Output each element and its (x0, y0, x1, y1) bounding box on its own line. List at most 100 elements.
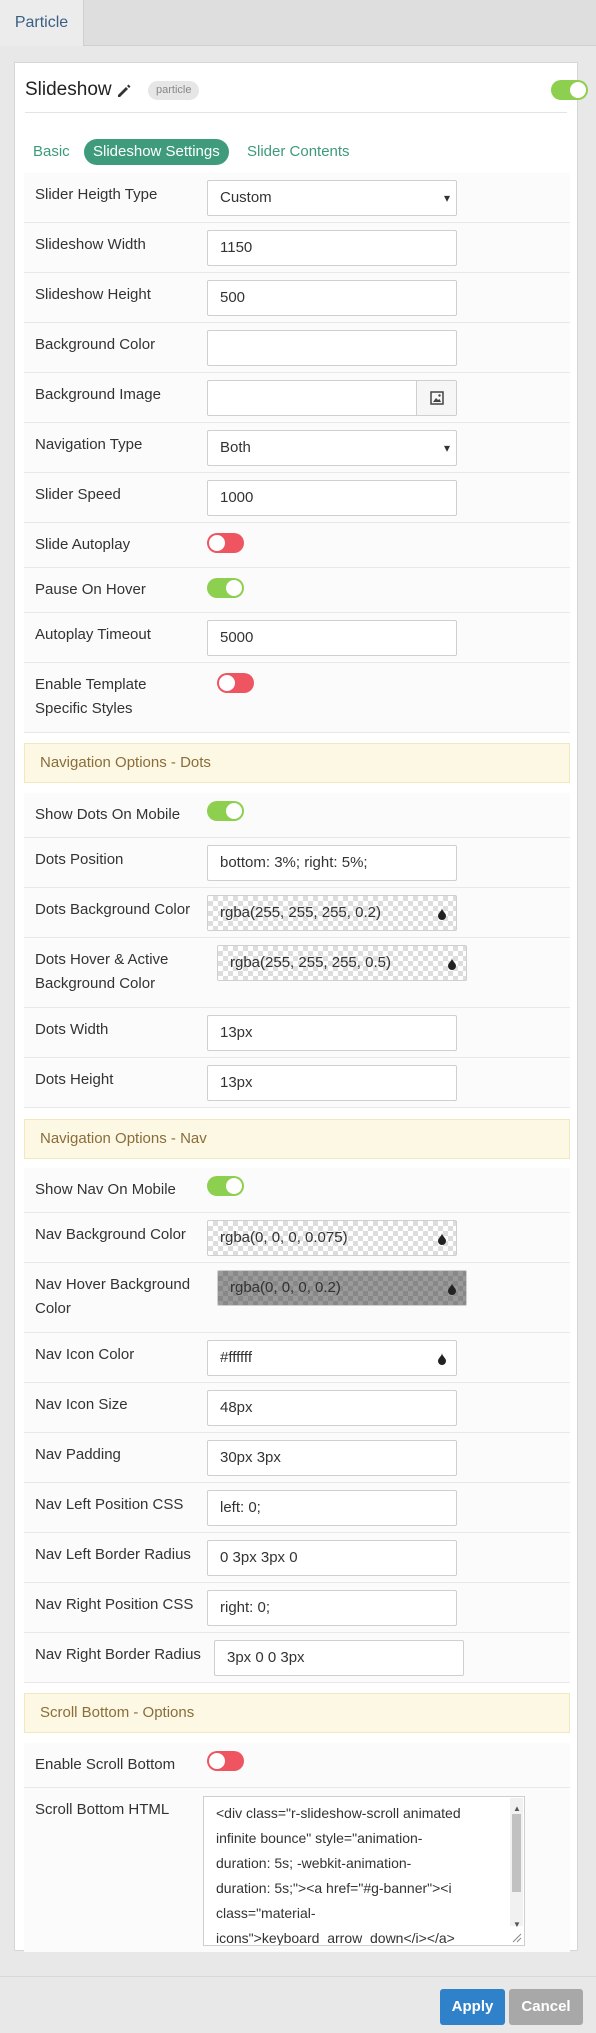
enable-scroll-bottom-toggle[interactable] (207, 1751, 244, 1771)
subtab-slider-contents[interactable]: Slider Contents (247, 139, 350, 165)
row-slider-speed: Slider Speed 1000 (24, 473, 570, 523)
field-label: Dots Position (35, 851, 124, 868)
particle-badge: particle (148, 81, 200, 100)
show-nav-mobile-toggle[interactable] (207, 1176, 244, 1196)
row-nav-right-css: Nav Right Position CSS right: 0; (24, 1583, 570, 1633)
row-enable-template-styles: Enable Template Specific Styles (24, 663, 570, 733)
section-scroll-bottom: Scroll Bottom - Options (24, 1693, 570, 1733)
field-label: Dots Width (35, 1021, 109, 1038)
cancel-button[interactable]: Cancel (509, 1989, 583, 2025)
field-label: Pause On Hover (35, 581, 146, 598)
dots-position-input[interactable]: bottom: 3%; right: 5%; (207, 845, 457, 881)
tab-particle[interactable]: Particle (0, 0, 84, 46)
panel-header: Slideshow particle (25, 75, 588, 113)
field-label: Slider Speed (35, 486, 121, 503)
field-label: Nav Left Border Radius (35, 1546, 191, 1563)
row-slideshow-width: Slideshow Width 1150 (24, 223, 570, 273)
nav-left-css-input[interactable]: left: 0; (207, 1490, 457, 1526)
slider-speed-input[interactable]: 1000 (207, 480, 457, 516)
field-label: Slide Autoplay (35, 536, 131, 553)
page-title: Slideshow (25, 79, 112, 100)
field-label: Nav Icon Color (35, 1346, 135, 1363)
row-nav-icon-color: Nav Icon Color #ffffff (24, 1333, 570, 1383)
nav-right-radius-input[interactable]: 3px 0 0 3px (214, 1640, 464, 1676)
row-show-nav-mobile: Show Nav On Mobile (24, 1168, 570, 1213)
dots-height-input[interactable]: 13px (207, 1065, 457, 1101)
color-drop-icon[interactable] (447, 1283, 457, 1295)
subtab-slideshow-settings[interactable]: Slideshow Settings (84, 139, 229, 165)
pause-on-hover-toggle[interactable] (207, 578, 244, 598)
slider-height-type-select[interactable]: Custom (207, 180, 457, 216)
row-dots-position: Dots Position bottom: 3%; right: 5%; (24, 838, 570, 888)
code-line: duration: 5s; -webkit-animation- (216, 1855, 412, 1871)
field-label: Navigation Type (35, 436, 143, 453)
row-dots-bg-color: Dots Background Color rgba(255, 255, 255… (24, 888, 570, 938)
pencil-icon[interactable] (116, 83, 132, 99)
row-dots-width: Dots Width 13px (24, 1008, 570, 1058)
code-line: infinite bounce" style="animation- (216, 1830, 423, 1846)
field-value: rgba(0, 0, 0, 0.075) (220, 1229, 348, 1246)
nav-icon-color-input[interactable]: #ffffff (207, 1340, 457, 1376)
row-nav-padding: Nav Padding 30px 3px (24, 1433, 570, 1483)
row-dots-hover-bg: Dots Hover & Active Background Color rgba… (24, 938, 570, 1008)
field-value: rgba(255, 255, 255, 0.5) (230, 954, 391, 971)
field-label: Dots Height (35, 1071, 114, 1088)
field-label: Enable Scroll Bottom (35, 1756, 176, 1773)
field-label: Slideshow Width (35, 236, 146, 253)
background-color-input[interactable] (207, 330, 457, 366)
slideshow-height-input[interactable]: 500 (207, 280, 457, 316)
row-navigation-type: Navigation Type Both (24, 423, 570, 473)
autoplay-timeout-input[interactable]: 5000 (207, 620, 457, 656)
code-line: duration: 5s;"><a href="#g-banner"><i (216, 1880, 452, 1896)
color-drop-icon[interactable] (437, 1353, 447, 1365)
color-drop-icon[interactable] (447, 958, 457, 970)
field-label: Nav Right Position CSS (35, 1596, 194, 1613)
nav-right-css-input[interactable]: right: 0; (207, 1590, 457, 1626)
field-label: Nav Icon Size (35, 1396, 128, 1413)
dots-hover-bg-input[interactable]: rgba(255, 255, 255, 0.5) (217, 945, 467, 981)
scrollbar-thumb[interactable] (512, 1814, 521, 1892)
top-tabbar: Particle (0, 0, 596, 46)
nav-padding-input[interactable]: 30px 3px (207, 1440, 457, 1476)
field-label: Dots Background Color (35, 901, 191, 918)
background-image-input[interactable] (207, 380, 457, 416)
nav-bg-color-input[interactable]: rgba(0, 0, 0, 0.075) (207, 1220, 457, 1256)
code-line: class="material- (216, 1905, 316, 1921)
field-label: Enable Template Specific Styles (35, 676, 147, 717)
row-background-image: Background Image (24, 373, 570, 423)
row-slider-height-type: Slider Heigth Type Custom (24, 173, 570, 223)
nav-hover-bg-input[interactable]: rgba(0, 0, 0, 0.2) (217, 1270, 467, 1306)
show-dots-mobile-toggle[interactable] (207, 801, 244, 821)
particle-enabled-toggle[interactable] (551, 80, 588, 100)
field-label: Background Image (35, 386, 161, 403)
field-label: Slideshow Height (35, 286, 151, 303)
row-show-dots-mobile: Show Dots On Mobile (24, 793, 570, 838)
navigation-type-select[interactable]: Both (207, 430, 457, 466)
nav-left-radius-input[interactable]: 0 3px 3px 0 (207, 1540, 457, 1576)
slide-autoplay-toggle[interactable] (207, 533, 244, 553)
subtab-basic[interactable]: Basic (33, 139, 70, 165)
image-picker-button[interactable] (416, 381, 456, 415)
nav-icon-size-input[interactable]: 48px (207, 1390, 457, 1426)
apply-button[interactable]: Apply (440, 1989, 505, 2025)
dots-width-input[interactable]: 13px (207, 1015, 457, 1051)
resize-grip-icon[interactable] (512, 1933, 522, 1943)
scroll-bottom-html-textarea[interactable]: <div class="r-slideshow-scroll animated … (203, 1796, 525, 1946)
section-navigation-nav: Navigation Options - Nav (24, 1119, 570, 1159)
row-nav-icon-size: Nav Icon Size 48px (24, 1383, 570, 1433)
field-label: Nav Right Border Radius (35, 1646, 201, 1663)
enable-template-styles-toggle[interactable] (217, 673, 254, 693)
section-navigation-dots: Navigation Options - Dots (24, 743, 570, 783)
settings-panel: Slideshow particle Basic Slideshow Setti… (14, 62, 588, 1953)
row-nav-hover-bg: Nav Hover Background Color rgba(0, 0, 0, … (24, 1263, 570, 1333)
field-label: Show Dots On Mobile (35, 806, 181, 823)
textarea-scrollbar[interactable]: ▲ ▼ (510, 1798, 523, 1929)
color-drop-icon[interactable] (437, 1233, 447, 1245)
field-label: Dots Hover & Active Background Color (35, 951, 169, 992)
dots-bg-color-input[interactable]: rgba(255, 255, 255, 0.2) (207, 895, 457, 931)
slideshow-width-input[interactable]: 1150 (207, 230, 457, 266)
row-pause-on-hover: Pause On Hover (24, 568, 570, 613)
field-label: Autoplay Timeout (35, 626, 151, 643)
row-nav-left-radius: Nav Left Border Radius 0 3px 3px 0 (24, 1533, 570, 1583)
color-drop-icon[interactable] (437, 908, 447, 920)
